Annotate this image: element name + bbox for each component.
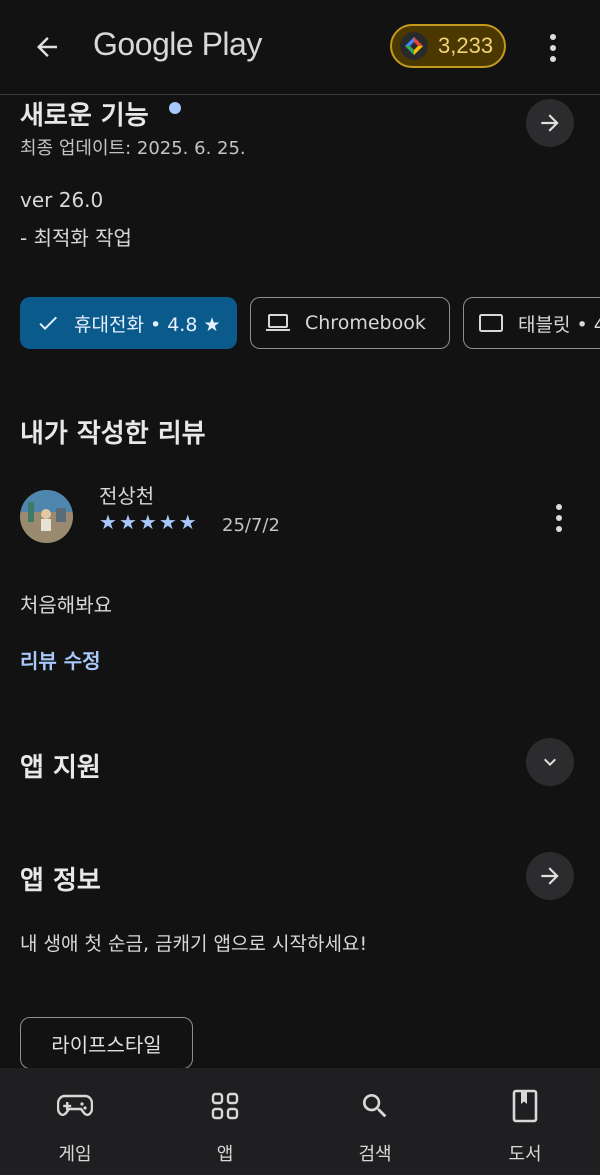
play-points-badge[interactable]: 3,233	[390, 24, 506, 68]
device-chip-tablet[interactable]: 태블릿 • 4	[463, 297, 600, 349]
new-indicator-dot	[169, 102, 181, 114]
tablet-icon	[479, 314, 503, 332]
nav-label: 검색	[358, 1144, 392, 1165]
more-vert-dot	[550, 45, 556, 51]
laptop-icon	[266, 314, 290, 331]
device-chip-label: 태블릿 • 4	[518, 313, 600, 336]
more-vert-icon	[556, 504, 562, 510]
nav-item-books[interactable]: 도서	[450, 1068, 600, 1175]
last-updated-text: 최종 업데이트: 2025. 6. 25.	[20, 138, 246, 159]
back-button[interactable]	[24, 24, 70, 70]
review-date: 25/7/2	[222, 515, 280, 536]
bottom-navigation: 게임 앱 검색 도서	[0, 1068, 600, 1175]
device-chip-label: 휴대전화 • 4.8 ★	[74, 313, 221, 336]
device-chip-label: Chromebook	[305, 312, 426, 334]
search-icon	[355, 1088, 395, 1124]
star-icon: ★	[99, 510, 117, 534]
my-review-title: 내가 작성한 리뷰	[20, 419, 206, 449]
arrow-forward-icon	[541, 114, 559, 132]
star-icon: ★	[118, 510, 137, 534]
more-vert-dot	[556, 515, 562, 521]
whats-new-title: 새로운 기능	[20, 101, 149, 131]
arrow-forward-icon	[541, 867, 559, 885]
review-text: 처음해봐요	[20, 593, 112, 617]
more-options-button[interactable]	[536, 28, 570, 68]
chevron-down-icon	[544, 758, 556, 766]
reviewer-name: 전상천	[99, 484, 155, 508]
nav-label: 도서	[508, 1144, 542, 1165]
star-icon: ★	[138, 510, 157, 534]
app-description: 내 생애 첫 순금, 금캐기 앱으로 시작하세요!	[20, 933, 368, 955]
nav-item-search[interactable]: 검색	[300, 1068, 450, 1175]
top-app-bar: Google Play 3,233	[0, 0, 600, 95]
check-icon	[39, 316, 57, 330]
apps-grid-icon	[205, 1088, 245, 1124]
nav-item-games[interactable]: 게임	[0, 1068, 150, 1175]
app-support-expand-button[interactable]	[526, 738, 574, 786]
arrow-back-icon	[37, 37, 57, 57]
whats-new-arrow-button[interactable]	[526, 99, 574, 147]
play-points-icon	[400, 32, 428, 60]
google-play-logo: Google Play	[93, 26, 262, 62]
version-text: ver 26.0	[20, 188, 104, 212]
more-vert-dot	[550, 56, 556, 62]
device-chip-phone[interactable]: 휴대전화 • 4.8 ★	[20, 297, 237, 349]
points-value: 3,233	[438, 33, 494, 58]
reviewer-avatar	[20, 490, 73, 543]
review-more-button[interactable]	[542, 498, 576, 538]
star-icon: ★	[178, 510, 197, 534]
more-vert-icon	[550, 34, 556, 40]
app-support-title: 앱 지원	[20, 753, 101, 783]
device-chip-chromebook[interactable]: Chromebook	[250, 297, 450, 349]
nav-label: 게임	[58, 1144, 92, 1165]
book-icon	[505, 1088, 545, 1124]
star-icon: ★	[158, 510, 177, 534]
review-rating-stars: ★ ★ ★ ★ ★	[99, 512, 197, 532]
nav-label: 앱	[216, 1144, 234, 1165]
more-vert-dot	[556, 526, 562, 532]
gamepad-icon	[55, 1088, 95, 1124]
edit-review-link[interactable]: 리뷰 수정	[20, 645, 101, 674]
app-info-title: 앱 정보	[20, 866, 101, 896]
category-tag[interactable]: 라이프스타일	[20, 1017, 193, 1069]
app-info-arrow-button[interactable]	[526, 852, 574, 900]
release-note-text: - 최적화 작업	[20, 226, 132, 250]
nav-item-apps[interactable]: 앱	[150, 1068, 300, 1175]
